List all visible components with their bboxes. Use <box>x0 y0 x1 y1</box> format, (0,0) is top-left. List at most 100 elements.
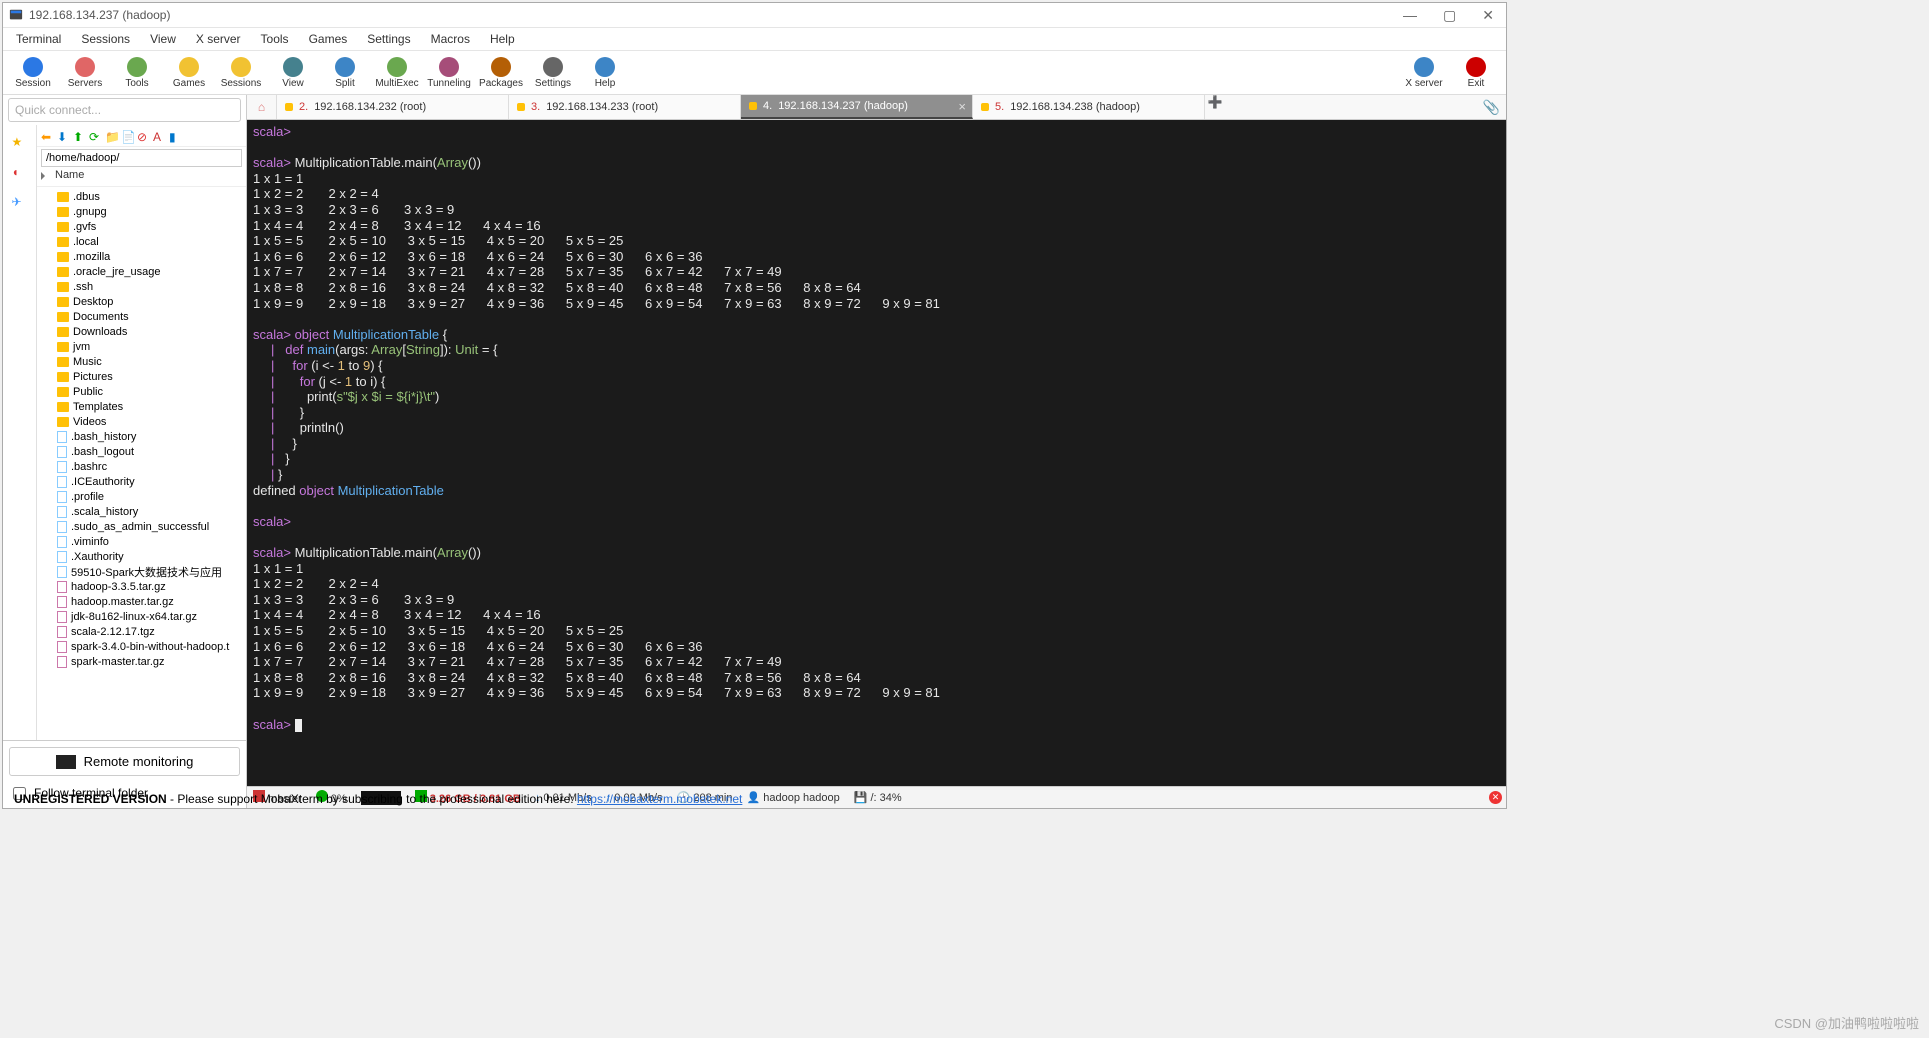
terminal-line: 1 x 7 = 7 2 x 7 = 14 3 x 7 = 21 4 x 7 = … <box>253 654 1500 670</box>
menu-help[interactable]: Help <box>480 29 525 49</box>
menu-x-server[interactable]: X server <box>186 29 251 49</box>
terminal-line: scala> MultiplicationTable.main(Array()) <box>253 545 1500 561</box>
file-item[interactable]: Templates <box>57 399 242 414</box>
favorites-tab-icon[interactable]: ★ <box>12 135 28 151</box>
file-item[interactable]: spark-3.4.0-bin-without-hadoop.t <box>57 639 242 654</box>
toolbar-tunneling-button[interactable]: Tunneling <box>425 57 473 89</box>
menu-tools[interactable]: Tools <box>251 29 299 49</box>
file-item[interactable]: .scala_history <box>57 504 242 519</box>
toolbar-servers-button[interactable]: Servers <box>61 57 109 89</box>
terminal-tab[interactable]: 2.192.168.134.232 (root) <box>277 95 509 119</box>
file-item[interactable]: .viminfo <box>57 534 242 549</box>
terminal[interactable]: scala> scala> MultiplicationTable.main(A… <box>247 120 1506 786</box>
file-item[interactable]: .bash_history <box>57 429 242 444</box>
menu-macros[interactable]: Macros <box>421 29 480 49</box>
props-icon[interactable]: ▮ <box>169 130 181 142</box>
tabbar: ⌂ 2.192.168.134.232 (root)3.192.168.134.… <box>247 95 1506 120</box>
status-disk: /: 34% <box>854 791 902 804</box>
file-item[interactable]: .bashrc <box>57 459 242 474</box>
file-item[interactable]: .sudo_as_admin_successful <box>57 519 242 534</box>
toolbar-games-button[interactable]: Games <box>165 57 213 89</box>
help-icon <box>595 57 615 77</box>
quick-connect-input[interactable]: Quick connect... <box>8 98 241 122</box>
delete-icon[interactable]: ⊘ <box>137 130 149 142</box>
terminal-tab[interactable]: 3.192.168.134.233 (root) <box>509 95 741 119</box>
upload-icon[interactable]: ⬆ <box>73 130 85 142</box>
file-item[interactable]: Videos <box>57 414 242 429</box>
maximize-button[interactable]: ▢ <box>1437 7 1462 24</box>
terminal-line: defined object MultiplicationTable <box>253 483 1500 499</box>
toolbar-exit-button[interactable]: Exit <box>1452 57 1500 89</box>
terminal-tab[interactable]: 5.192.168.134.238 (hadoop) <box>973 95 1205 119</box>
sessions-tab-icon[interactable]: ◖ <box>12 165 28 181</box>
file-list-header[interactable]: Name <box>37 169 246 187</box>
file-item[interactable]: Music <box>57 354 242 369</box>
file-item[interactable]: .gnupg <box>57 204 242 219</box>
new-tab-button[interactable]: ➕ <box>1205 95 1225 119</box>
toolbar-split-button[interactable]: Split <box>321 57 369 89</box>
file-item[interactable]: spark-master.tar.gz <box>57 654 242 669</box>
file-item[interactable]: .ICEauthority <box>57 474 242 489</box>
refresh-icon[interactable]: ⟳ <box>89 130 101 142</box>
file-item[interactable]: .profile <box>57 489 242 504</box>
file-item[interactable]: Pictures <box>57 369 242 384</box>
attach-icon[interactable]: 📎 <box>1483 99 1500 116</box>
file-item[interactable]: .ssh <box>57 279 242 294</box>
file-item[interactable]: Desktop <box>57 294 242 309</box>
file-list[interactable]: .dbus.gnupg.gvfs.local.mozilla.oracle_jr… <box>37 187 246 732</box>
file-item[interactable]: scala-2.12.17.tgz <box>57 624 242 639</box>
file-icon <box>57 461 67 473</box>
folder-icon <box>57 207 69 217</box>
file-item[interactable]: Downloads <box>57 324 242 339</box>
terminal-tab[interactable]: 4.192.168.134.237 (hadoop)× <box>741 95 973 119</box>
file-item[interactable]: jdk-8u162-linux-x64.tar.gz <box>57 609 242 624</box>
tab-close-icon[interactable]: × <box>958 99 966 114</box>
remote-monitoring-button[interactable]: Remote monitoring <box>9 747 240 776</box>
toolbar-view-button[interactable]: View <box>269 57 317 89</box>
file-item[interactable]: .mozilla <box>57 249 242 264</box>
footer-link[interactable]: https://mobaxterm.mobatek.net <box>577 792 742 806</box>
file-item[interactable]: .bash_logout <box>57 444 242 459</box>
toolbar-sessions-button[interactable]: Sessions <box>217 57 265 89</box>
newfolder-icon[interactable]: 📁 <box>105 130 117 142</box>
toolbar-x-server-button[interactable]: X server <box>1400 57 1448 89</box>
toolbar-packages-button[interactable]: Packages <box>477 57 525 89</box>
file-item[interactable]: jvm <box>57 339 242 354</box>
file-item[interactable]: .gvfs <box>57 219 242 234</box>
menu-games[interactable]: Games <box>299 29 358 49</box>
file-item[interactable]: .Xauthority <box>57 549 242 564</box>
file-item[interactable]: .local <box>57 234 242 249</box>
vertical-tabs: ★ ◖ ✈ <box>3 125 37 740</box>
toolbar-settings-button[interactable]: Settings <box>529 57 577 89</box>
menu-terminal[interactable]: Terminal <box>6 29 71 49</box>
sftp-path-input[interactable] <box>41 149 242 167</box>
file-item[interactable]: 59510-Spark大数据技术与应用 <box>57 564 242 579</box>
tools-tab-icon[interactable]: ✈ <box>12 195 28 211</box>
home-tab[interactable]: ⌂ <box>247 95 277 119</box>
toolbar-tools-button[interactable]: Tools <box>113 57 161 89</box>
toolbar-help-button[interactable]: Help <box>581 57 629 89</box>
file-item[interactable]: hadoop-3.3.5.tar.gz <box>57 579 242 594</box>
app-icon <box>9 8 23 22</box>
toolbar-session-button[interactable]: Session <box>9 57 57 89</box>
menu-settings[interactable]: Settings <box>357 29 420 49</box>
toolbar-multiexec-button[interactable]: MultiExec <box>373 57 421 89</box>
minimize-button[interactable]: — <box>1397 7 1423 24</box>
menu-sessions[interactable]: Sessions <box>71 29 140 49</box>
newfile-icon[interactable]: 📄 <box>121 130 133 142</box>
status-close-button[interactable]: ✕ <box>1489 791 1502 804</box>
packages-icon <box>491 57 511 77</box>
file-item[interactable]: hadoop.master.tar.gz <box>57 594 242 609</box>
menu-view[interactable]: View <box>140 29 186 49</box>
file-item[interactable]: Documents <box>57 309 242 324</box>
file-item[interactable]: Public <box>57 384 242 399</box>
rename-icon[interactable]: A <box>153 130 165 142</box>
close-button[interactable]: ✕ <box>1476 7 1500 24</box>
terminal-line: | } <box>253 467 1500 483</box>
macros-tab-icon[interactable] <box>12 225 28 241</box>
file-item[interactable]: .dbus <box>57 189 242 204</box>
terminal-line: | } <box>253 405 1500 421</box>
back-icon[interactable]: ⬅ <box>41 130 53 142</box>
file-item[interactable]: .oracle_jre_usage <box>57 264 242 279</box>
download-icon[interactable]: ⬇ <box>57 130 69 142</box>
